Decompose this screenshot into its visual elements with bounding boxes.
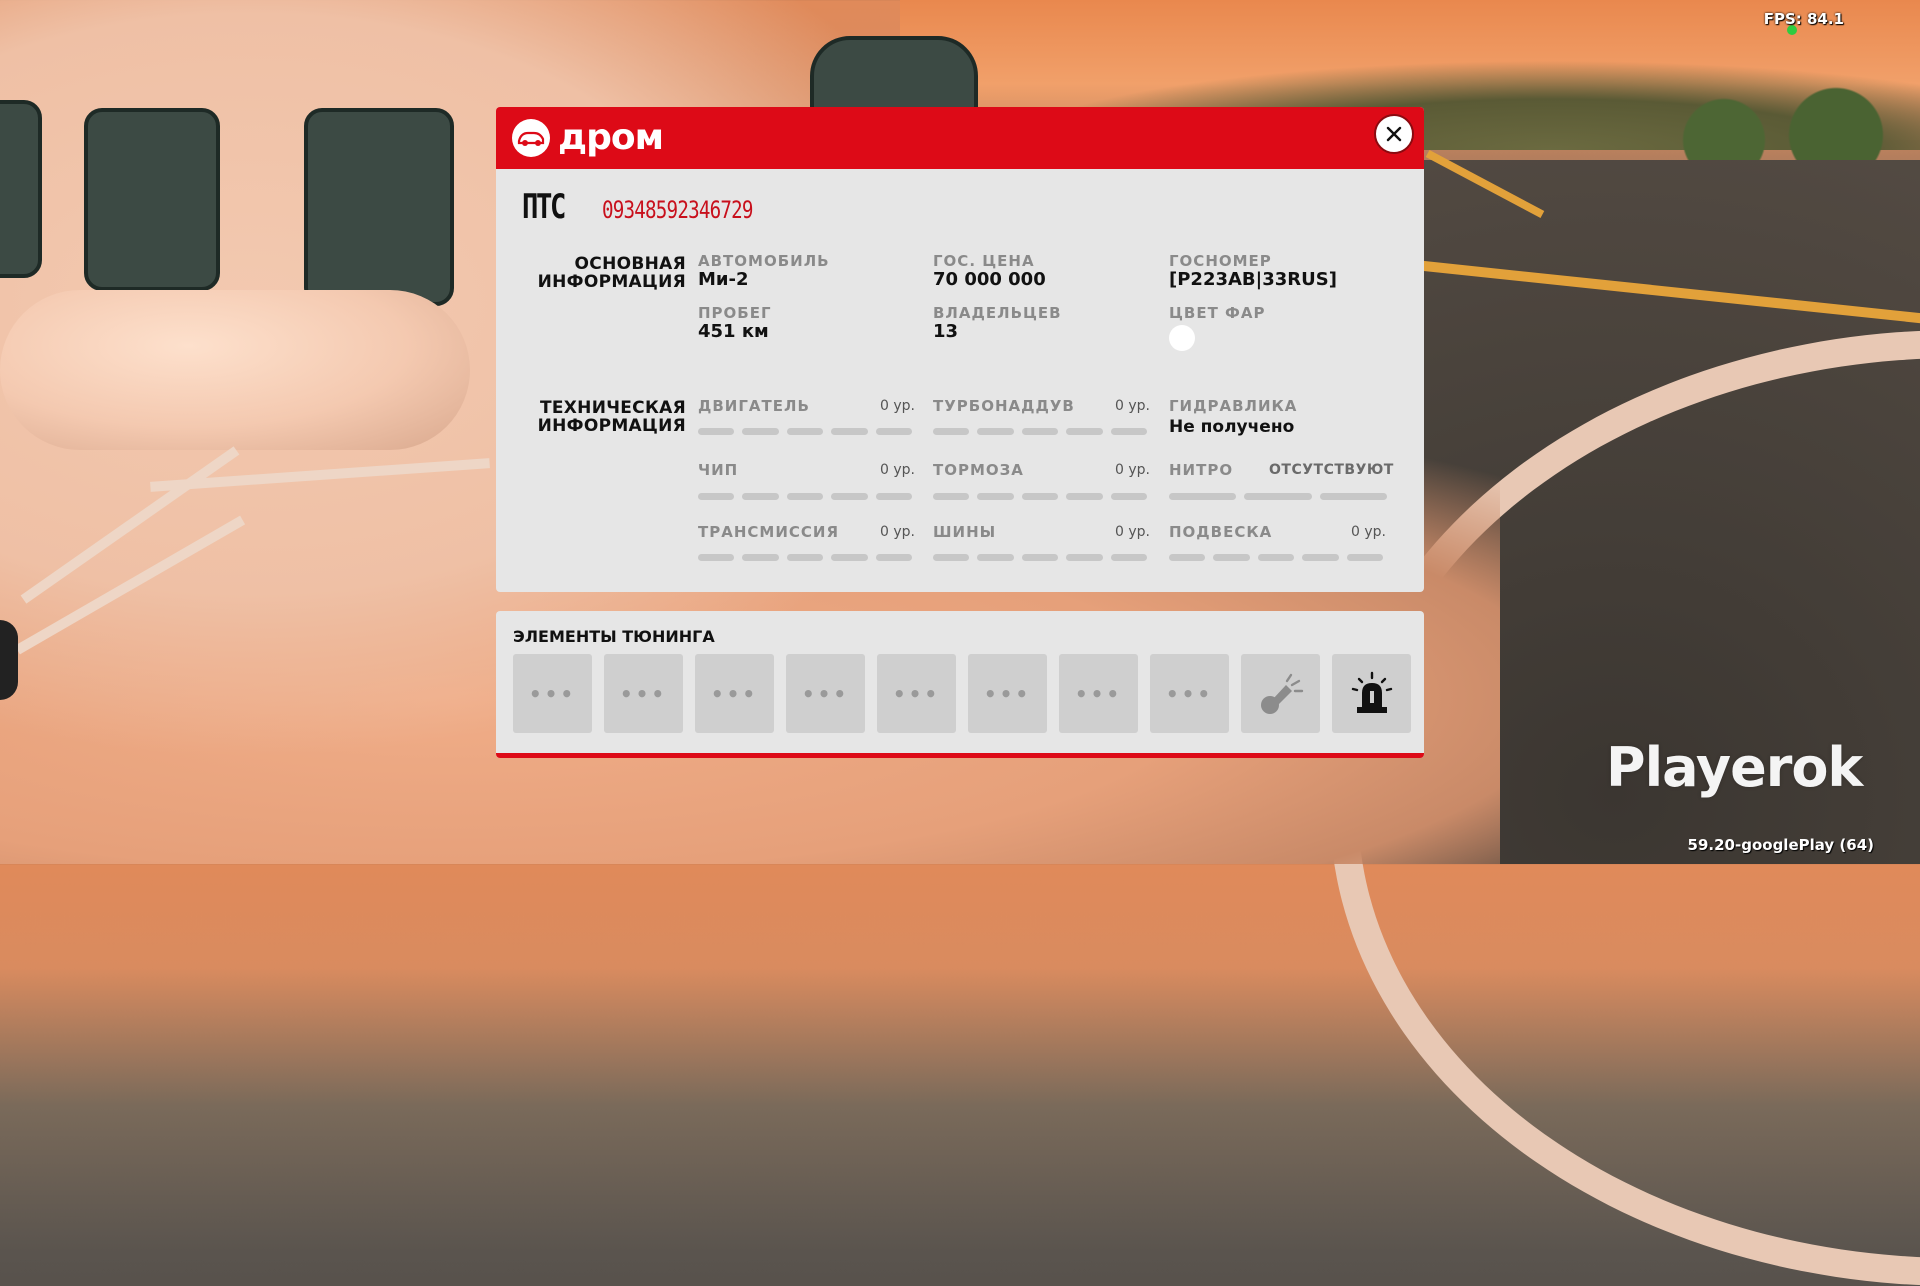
transmission-level: 0 ур. <box>880 524 915 540</box>
tires-label: ШИНЫ <box>933 523 997 541</box>
turbo-label: ТУРБОНАДДУВ <box>933 397 1075 415</box>
chip-level-bar <box>698 493 913 500</box>
brakes-level: 0 ур. <box>1115 462 1150 478</box>
brand-name: дром <box>558 117 664 158</box>
build-version: 59.20-googlePlay (64) <box>1687 836 1874 854</box>
plate-label: ГОСНОМЕР <box>1169 252 1272 270</box>
tuning-slot-horn[interactable] <box>1241 654 1320 733</box>
vehicle-passport-card: дром ПТС 09348592346729 ОСНОВНАЯ ИНФОРМА… <box>496 107 1424 592</box>
car-value: Ми-2 <box>698 269 749 290</box>
tires-level: 0 ур. <box>1115 524 1150 540</box>
tuning-slot-empty[interactable]: ••• <box>513 654 592 733</box>
brakes-level-bar <box>933 493 1148 500</box>
tuning-slot-empty[interactable]: ••• <box>968 654 1047 733</box>
chip-level: 0 ур. <box>880 462 915 478</box>
tuning-slot-empty[interactable]: ••• <box>786 654 865 733</box>
siren-icon <box>1351 671 1392 713</box>
engine-level-bar <box>698 428 913 435</box>
engine-label: ДВИГАТЕЛЬ <box>698 397 810 415</box>
tech-info-title: ТЕХНИЧЕСКАЯ ИНФОРМАЦИЯ <box>537 398 686 436</box>
transmission-level-bar <box>698 554 913 561</box>
engine-level: 0 ур. <box>880 398 915 414</box>
tuning-slot-empty[interactable]: ••• <box>1150 654 1229 733</box>
drom-logo: дром <box>512 117 664 158</box>
owners-value: 13 <box>933 321 959 342</box>
pts-label: ПТС <box>522 187 566 227</box>
tuning-slot-empty[interactable]: ••• <box>877 654 956 733</box>
car-label: АВТОМОБИЛЬ <box>698 252 830 270</box>
tuning-slot-empty[interactable]: ••• <box>1059 654 1138 733</box>
card-header: дром <box>496 107 1424 169</box>
tuning-title: ЭЛЕМЕНТЫ ТЮНИНГА <box>513 627 715 646</box>
pts-number: 09348592346729 <box>602 196 753 224</box>
tuning-slot-empty[interactable]: ••• <box>695 654 774 733</box>
tuning-accent-stripe <box>496 753 1424 758</box>
suspension-level: 0 ур. <box>1351 524 1386 540</box>
nitro-label: НИТРО <box>1169 461 1234 479</box>
suspension-label: ПОДВЕСКА <box>1169 523 1273 541</box>
nitro-value: ОТСУТСТВУЮТ <box>1269 462 1394 478</box>
brakes-label: ТОРМОЗА <box>933 461 1024 479</box>
suspension-level-bar <box>1169 554 1384 561</box>
transmission-label: ТРАНСМИССИЯ <box>698 523 839 541</box>
mileage-value: 451 км <box>698 321 769 342</box>
tuning-slot-siren[interactable] <box>1332 654 1411 733</box>
hydraulics-label: ГИДРАВЛИКА <box>1169 397 1298 415</box>
main-info-title: ОСНОВНАЯ ИНФОРМАЦИЯ <box>537 254 686 292</box>
turbo-level-bar <box>933 428 1148 435</box>
mileage-label: ПРОБЕГ <box>698 304 772 322</box>
turbo-level: 0 ур. <box>1115 398 1150 414</box>
car-logo-icon <box>512 118 550 157</box>
tuning-slot-empty[interactable]: ••• <box>604 654 683 733</box>
headlight-color-label: ЦВЕТ ФАР <box>1169 304 1266 322</box>
hydraulics-value: Не получено <box>1169 417 1295 437</box>
close-icon <box>1386 126 1402 142</box>
horn-icon <box>1260 673 1303 714</box>
owners-label: ВЛАДЕЛЬЦЕВ <box>933 304 1062 322</box>
headlight-color-swatch <box>1169 325 1195 351</box>
price-label: ГОС. ЦЕНА <box>933 252 1035 270</box>
price-value: 70 000 000 <box>933 269 1046 290</box>
nitro-level-bar <box>1169 493 1387 500</box>
plate-value: [Р223АВ|33RUS] <box>1169 269 1337 290</box>
fps-counter: FPS: 84.1 <box>1763 10 1844 28</box>
close-button[interactable] <box>1374 114 1414 154</box>
pts-row: ПТС 09348592346729 <box>522 187 790 227</box>
tuning-slots: ••• ••• ••• ••• ••• ••• ••• ••• <box>513 654 1411 733</box>
chip-label: ЧИП <box>698 461 739 479</box>
playerok-watermark: Playerok <box>1606 736 1863 799</box>
tuning-elements-card: ЭЛЕМЕНТЫ ТЮНИНГА ••• ••• ••• ••• ••• •••… <box>496 611 1424 758</box>
tires-level-bar <box>933 554 1148 561</box>
